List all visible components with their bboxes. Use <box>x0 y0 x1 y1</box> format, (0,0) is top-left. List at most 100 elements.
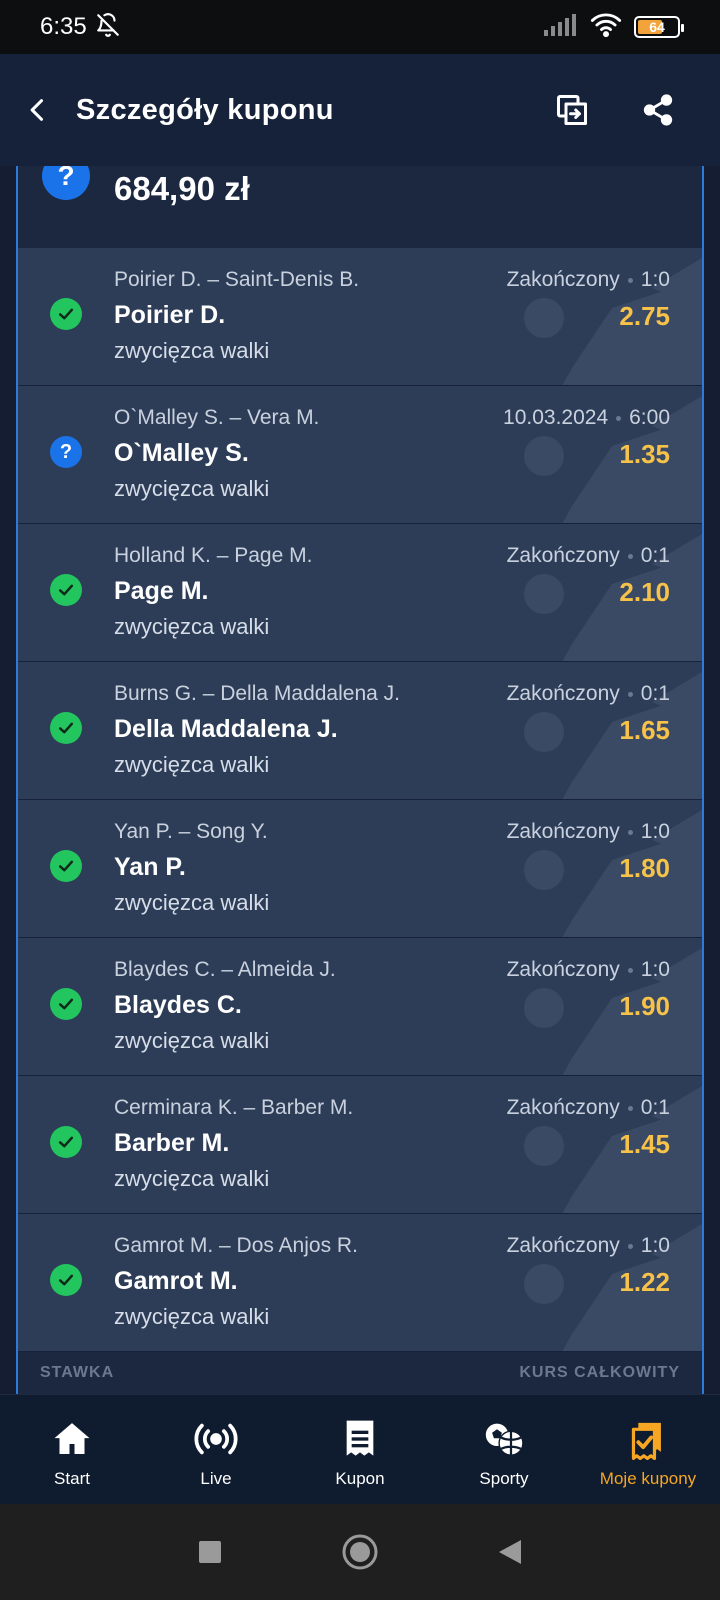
copy-coupon-button[interactable] <box>552 90 592 130</box>
bet-status-label: Zakończony <box>506 268 620 291</box>
bet-match: Gamrot M. – Dos Anjos R. <box>114 1234 358 1257</box>
bet-list: Poirier D. – Saint-Denis B. Poirier D. zwy… <box>18 248 702 1352</box>
back-system-button[interactable] <box>490 1532 530 1572</box>
nav-label: Sporty <box>479 1469 529 1488</box>
won-check-icon <box>50 988 82 1020</box>
bet-status-label: Zakończony <box>506 1234 620 1257</box>
bet-row[interactable]: ? O`Malley S. – Vera M. O`Malley S. zwycięz… <box>18 386 702 524</box>
bottom-nav: Start Live Kupon Sporty Moje kupony <box>0 1394 720 1504</box>
status-time: 6:35 <box>40 13 87 40</box>
status-bar: 6:35 64 <box>0 0 720 54</box>
bet-score: 1:0 <box>640 268 670 291</box>
won-check-icon <box>50 298 82 330</box>
bet-score: 0:1 <box>640 1096 670 1119</box>
nav-item-moje-kupony[interactable]: Moje kupony <box>576 1395 720 1504</box>
status-left: 6:35 <box>40 12 121 43</box>
separator-dot <box>627 1105 633 1111</box>
potential-win-amount: 684,90 zł <box>114 170 250 207</box>
won-check-icon <box>50 1126 82 1158</box>
bet-match: Poirier D. – Saint-Denis B. <box>114 268 360 291</box>
won-check-icon <box>50 1264 82 1296</box>
bet-row[interactable]: Blaydes C. – Almeida J. Blaydes C. zwycięz… <box>18 938 702 1076</box>
separator-dot <box>627 553 633 559</box>
coupon-panel: ? 684,90 zł Poirier D. – Saint-Denis B. P… <box>16 166 704 1394</box>
separator-dot <box>627 691 633 697</box>
nav-label: Moje kupony <box>599 1469 697 1488</box>
won-check-icon <box>50 712 82 744</box>
won-check-icon <box>50 850 82 882</box>
recents-button[interactable] <box>190 1532 230 1572</box>
bet-info: Zakończony 1:0 <box>507 268 670 292</box>
home-icon <box>50 1417 94 1461</box>
nav-item-live[interactable]: Live <box>144 1395 288 1504</box>
bet-match: Blaydes C. – Almeida J. <box>114 958 336 981</box>
home-system-button[interactable] <box>340 1532 380 1572</box>
separator-dot <box>627 829 633 835</box>
stake-label: STAWKA <box>40 1364 115 1381</box>
nav-label: Live <box>200 1469 232 1488</box>
bet-pick: Poirier D. <box>114 301 226 329</box>
bet-market: zwycięzca walki <box>114 752 270 777</box>
bet-pick: Barber M. <box>114 1129 230 1157</box>
bet-row[interactable]: Burns G. – Della Maddalena J. Della Madda… <box>18 662 702 800</box>
bet-status-label: Zakończony <box>506 1096 620 1119</box>
bet-status-label: Zakończony <box>506 682 620 705</box>
separator-dot <box>627 967 633 973</box>
bet-match: Holland K. – Page M. <box>114 544 313 567</box>
bet-score: 0:1 <box>640 682 670 705</box>
bet-info: Zakończony 1:0 <box>507 820 670 844</box>
battery-icon: 64 <box>634 16 684 38</box>
bet-info: Zakończony 0:1 <box>507 544 670 568</box>
bet-row[interactable]: Gamrot M. – Dos Anjos R. Gamrot M. zwycięz… <box>18 1214 702 1352</box>
nav-item-sporty[interactable]: Sporty <box>432 1395 576 1504</box>
wifi-icon <box>590 12 622 43</box>
triangle-back-icon <box>499 1540 521 1564</box>
bet-odds: 2.75 <box>619 301 670 331</box>
bet-status-label: Zakończony <box>506 544 620 567</box>
app-header: Szczegóły kuponu <box>0 54 720 166</box>
coupon-details-content[interactable]: ? 684,90 zł Poirier D. – Saint-Denis B. P… <box>0 166 720 1394</box>
bet-market: zwycięzca walki <box>114 1304 270 1329</box>
bet-row[interactable]: Holland K. – Page M. Page M. zwycięzca wal… <box>18 524 702 662</box>
separator-dot <box>627 1243 633 1249</box>
notifications-off-icon <box>95 12 121 43</box>
bet-odds: 1.90 <box>619 991 670 1021</box>
bet-pick: O`Malley S. <box>114 439 249 467</box>
bet-row[interactable]: Poirier D. – Saint-Denis B. Poirier D. zwy… <box>18 248 702 386</box>
bet-odds: 1.22 <box>619 1267 670 1297</box>
bet-row[interactable]: Cerminara K. – Barber M. Barber M. zwycięz… <box>18 1076 702 1214</box>
separator-dot <box>627 277 633 283</box>
bet-match: Burns G. – Della Maddalena J. <box>114 682 400 705</box>
nav-label: Start <box>54 1469 90 1488</box>
bet-info: 10.03.2024 6:00 <box>503 406 670 430</box>
copy-icon <box>557 95 587 125</box>
back-button[interactable] <box>0 54 76 166</box>
bet-info: Zakończony 0:1 <box>507 682 670 706</box>
bet-match: Yan P. – Song Y. <box>114 820 268 843</box>
signal-icon <box>544 13 578 42</box>
chevron-left-icon <box>30 99 44 121</box>
square-icon <box>199 1541 221 1563</box>
status-right: 64 <box>544 12 684 43</box>
bet-pick: Yan P. <box>114 853 186 881</box>
bet-pick: Blaydes C. <box>114 991 242 1019</box>
bet-pick: Gamrot M. <box>114 1267 238 1295</box>
my-coupons-icon <box>626 1417 670 1461</box>
bet-row[interactable]: Yan P. – Song Y. Yan P. zwycięzca walki Zak… <box>18 800 702 938</box>
bet-match: O`Malley S. – Vera M. <box>114 406 320 429</box>
nav-item-start[interactable]: Start <box>0 1395 144 1504</box>
bet-score: 1:0 <box>640 1234 670 1257</box>
bet-odds: 2.10 <box>619 577 670 607</box>
share-button[interactable] <box>638 90 678 130</box>
bet-pick: Della Maddalena J. <box>114 715 338 743</box>
nav-item-kupon[interactable]: Kupon <box>288 1395 432 1504</box>
bet-info: Zakończony 1:0 <box>507 958 670 982</box>
coupon-icon <box>338 1417 382 1461</box>
system-nav-bar <box>0 1504 720 1600</box>
coupon-summary: ? 684,90 zł <box>18 166 702 248</box>
bet-odds: 1.80 <box>619 853 670 883</box>
bet-market: zwycięzca walki <box>114 476 270 501</box>
won-check-icon <box>50 574 82 606</box>
separator-dot <box>616 415 622 421</box>
bet-score: 0:1 <box>640 544 670 567</box>
